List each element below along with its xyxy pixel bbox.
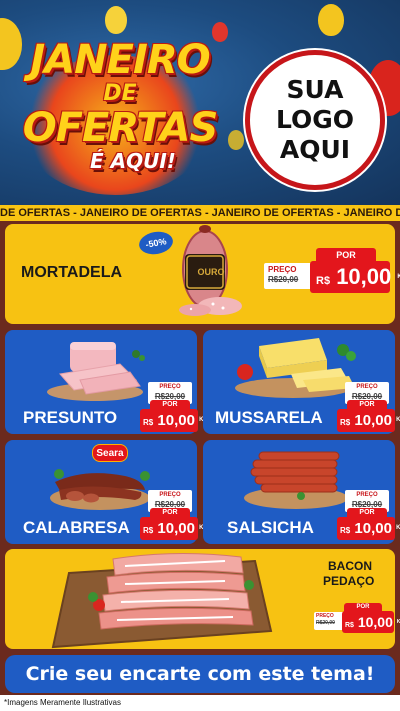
- old-price-box: PREÇO R$20,00: [314, 612, 344, 630]
- product-name-line-1: BACON: [328, 559, 372, 573]
- preco-label: PREÇO: [268, 265, 297, 274]
- currency: R$: [316, 275, 331, 287]
- header-banner: JANEIRO DE OFERTAS É AQUI! SUA LOGO AQUI: [0, 0, 400, 205]
- product-name: MORTADELA: [21, 264, 123, 281]
- disclaimer-text: *Imagens Meramente Ilustrativas: [0, 695, 400, 711]
- product-name: CALABRESA: [23, 518, 130, 537]
- salsicha-image: [244, 451, 348, 509]
- new-price-value: 10,00: [354, 520, 392, 537]
- currency: R$: [340, 526, 351, 535]
- new-price: R$ 10,00 KG: [337, 409, 400, 432]
- product-name: SALSICHA: [227, 518, 314, 537]
- product-name-line-2: PEDAÇO: [323, 574, 375, 588]
- brand-label: OURO: [197, 267, 225, 277]
- old-price: R$20,00: [268, 275, 299, 284]
- bacon-image: [51, 552, 273, 649]
- unit: KG: [396, 417, 400, 423]
- title-line-1: JANEIRO: [30, 37, 210, 83]
- preco-label: PREÇO: [316, 613, 334, 619]
- new-price: R$ 10,00 KG: [140, 517, 208, 540]
- price-tag-mortadela: POR PREÇO R$20,00 R$ 10,00 KG: [264, 248, 400, 303]
- new-price-value: 10,00: [336, 264, 392, 289]
- logo-text-1: SUA: [286, 75, 344, 104]
- logo-text-3: AQUI: [279, 135, 351, 164]
- currency: R$: [143, 526, 154, 535]
- logo-text-2: LOGO: [275, 105, 355, 134]
- cta-banner[interactable]: Crie seu encarte com este tema!: [5, 655, 395, 693]
- logo-placeholder[interactable]: SUA LOGO AQUI: [245, 50, 385, 190]
- preco-label: PREÇO: [159, 492, 181, 498]
- preco-label: PREÇO: [356, 384, 378, 390]
- product-name: MUSSARELA: [215, 408, 323, 427]
- unit: KG: [396, 525, 400, 531]
- new-price: R$ 10,00 KG: [140, 409, 208, 432]
- brand-badge: Seara: [92, 444, 128, 462]
- presunto-image: [47, 342, 145, 401]
- balloon-decoration: [105, 6, 127, 34]
- campaign-title: JANEIRO DE OFERTAS É AQUI!: [0, 38, 240, 172]
- title-line-2: DE: [103, 81, 137, 106]
- new-price: R$ 10,00 KG: [310, 261, 400, 293]
- por-label: POR: [316, 248, 376, 262]
- new-price: R$ 10,00 KG: [337, 517, 400, 540]
- price-tag-calabresa: PREÇO R$20,00 POR R$ 10,00 KG: [140, 490, 208, 540]
- old-price-box: PREÇO R$20,00: [264, 263, 312, 289]
- price-tag-salsicha: PREÇO R$20,00 POR R$ 10,00 KG: [337, 490, 400, 540]
- new-price-value: 10,00: [354, 412, 392, 429]
- price-tag-bacon: POR PREÇO R$20,00 R$ 10,00 KG: [314, 603, 400, 637]
- offer-ticker: DE OFERTAS - JANEIRO DE OFERTAS - JANEIR…: [0, 205, 400, 221]
- new-price-value: 10,00: [157, 520, 195, 537]
- new-price: R$ 10,00 KG: [342, 611, 400, 633]
- product-name: PRESUNTO: [23, 408, 118, 427]
- currency: R$: [143, 418, 154, 427]
- old-price: R$20,00: [316, 620, 335, 626]
- title-line-4: É AQUI!: [90, 149, 176, 173]
- currency: R$: [340, 418, 351, 427]
- currency: R$: [345, 622, 354, 629]
- new-price-value: 10,00: [357, 614, 393, 630]
- balloon-decoration: [318, 4, 344, 36]
- price-tag-mussarela: PREÇO R$20,00 POR R$ 10,00 KG: [337, 382, 400, 432]
- preco-label: PREÇO: [159, 384, 181, 390]
- price-tag-presunto: PREÇO R$20,00 POR R$ 10,00 KG: [140, 382, 208, 432]
- preco-label: PREÇO: [356, 492, 378, 498]
- title-line-3: OFERTAS: [22, 105, 219, 151]
- new-price-value: 10,00: [157, 412, 195, 429]
